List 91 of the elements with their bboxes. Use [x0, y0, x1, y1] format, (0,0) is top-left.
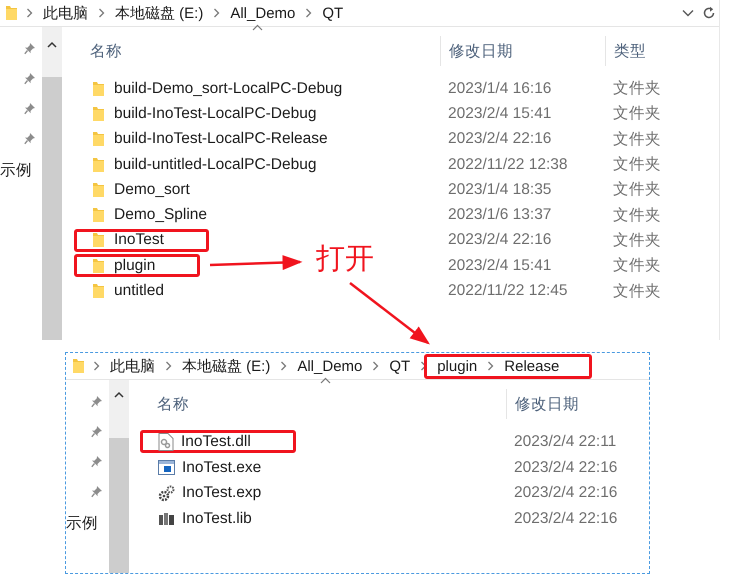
navigation-label[interactable]: 示例: [0, 160, 32, 181]
chevron-icon: [98, 8, 105, 18]
navigation-label[interactable]: 示例: [66, 513, 98, 534]
file-type: 文件夹: [612, 256, 662, 276]
chevron-icon: [305, 8, 312, 18]
file-name[interactable]: Demo_Spline: [114, 206, 208, 224]
file-name[interactable]: build-Demo_sort-LocalPC-Debug: [114, 80, 342, 98]
breadcrumb-item[interactable]: All_Demo: [228, 4, 298, 22]
books-icon: [158, 512, 175, 526]
modified-date: 2023/2/4 22:11: [513, 432, 618, 451]
window-icon: [158, 460, 175, 476]
modified-date: 2022/11/22 12:38: [447, 156, 569, 174]
folder-icon: [92, 232, 105, 248]
scroll-up-icon[interactable]: [47, 41, 57, 48]
file-name[interactable]: Demo_sort: [114, 180, 190, 199]
file-type: 文件夹: [612, 79, 662, 100]
folder-icon: [92, 106, 105, 122]
file-name[interactable]: InoTest.dll: [181, 432, 251, 451]
pin-icon[interactable]: [91, 425, 103, 438]
file-name[interactable]: build-InoTest-LocalPC-Release: [114, 130, 328, 148]
pin-icon[interactable]: [91, 455, 103, 468]
gears-icon: [158, 484, 175, 502]
file-name[interactable]: InoTest: [114, 231, 164, 250]
chevron-icon: [487, 361, 494, 371]
pin-icon[interactable]: [24, 42, 36, 55]
breadcrumb-item[interactable]: QT: [387, 358, 412, 374]
folder-icon: [92, 131, 105, 148]
pin-icon[interactable]: [24, 132, 36, 145]
document-gears-icon: [158, 432, 174, 451]
annotation-label: 打开: [316, 244, 374, 276]
column-header[interactable]: 类型: [605, 36, 719, 66]
modified-date: 2023/2/4 22:16: [447, 231, 552, 250]
column-header[interactable]: 修改日期: [506, 389, 649, 419]
file-type: 文件夹: [612, 104, 662, 124]
scrollbar-thumb[interactable]: [42, 77, 62, 340]
breadcrumb-item[interactable]: 此电脑: [108, 356, 157, 376]
column-header[interactable]: 名称: [129, 389, 506, 419]
file-type: 文件夹: [612, 180, 662, 200]
file-name[interactable]: build-untitled-LocalPC-Debug: [114, 156, 316, 174]
folder-icon: [92, 80, 105, 97]
folder-icon: [92, 207, 105, 224]
modified-date: 2022/11/22 12:45: [447, 282, 569, 300]
file-type: 文件夹: [612, 282, 662, 302]
chevron-icon: [26, 8, 33, 18]
file-name[interactable]: build-InoTest-LocalPC-Debug: [114, 104, 316, 123]
scroll-up-icon[interactable]: [114, 391, 124, 398]
file-name[interactable]: plugin: [114, 256, 156, 275]
folder-icon: [92, 283, 105, 300]
modified-date: 2023/1/4 18:35: [447, 180, 552, 199]
file-name[interactable]: InoTest.exp: [182, 484, 262, 502]
file-type: 文件夹: [612, 130, 662, 150]
folder-icon: [72, 358, 85, 374]
folder-icon: [92, 156, 105, 173]
breadcrumb-item[interactable]: plugin: [435, 358, 480, 374]
breadcrumb-item[interactable]: QT: [320, 4, 346, 22]
breadcrumb-item[interactable]: 本地磁盘 (E:): [180, 356, 272, 376]
modified-date: 2023/2/4 15:41: [447, 256, 552, 275]
chevron-icon: [280, 361, 288, 371]
file-name[interactable]: InoTest.exe: [182, 458, 262, 477]
file-type: 文件夹: [612, 206, 662, 226]
pin-icon[interactable]: [91, 395, 103, 408]
scrollbar-thumb[interactable]: [109, 438, 129, 573]
folder-icon: [92, 182, 105, 198]
modified-date: 2023/1/4 16:16: [447, 80, 552, 98]
chevron-icon: [213, 8, 220, 18]
modified-date: 2023/2/4 22:16: [513, 484, 618, 502]
breadcrumb-item[interactable]: 本地磁盘 (E:): [113, 4, 206, 22]
modified-date: 2023/2/4 22:16: [513, 510, 618, 528]
file-type: 文件夹: [612, 230, 662, 251]
breadcrumb-item[interactable]: Release: [502, 358, 562, 374]
folder-icon: [5, 5, 18, 21]
modified-date: 2023/1/6 13:37: [447, 206, 552, 224]
dropdown-icon[interactable]: [682, 9, 694, 17]
modified-date: 2023/2/4 22:16: [447, 130, 552, 148]
pin-icon[interactable]: [24, 102, 36, 115]
column-header[interactable]: 修改日期: [440, 36, 605, 66]
file-name[interactable]: untitled: [114, 282, 164, 300]
pin-icon[interactable]: [91, 485, 103, 498]
modified-date: 2023/2/4 15:41: [447, 104, 552, 123]
breadcrumb-item[interactable]: All_Demo: [295, 358, 364, 374]
file-type: 文件夹: [612, 155, 662, 176]
folder-icon: [92, 258, 105, 274]
chevron-icon: [93, 361, 100, 371]
chevron-icon: [372, 361, 380, 371]
column-header[interactable]: 名称: [62, 36, 440, 66]
file-name[interactable]: InoTest.lib: [182, 510, 252, 528]
refresh-icon[interactable]: [702, 6, 716, 20]
breadcrumb-item[interactable]: 此电脑: [41, 4, 90, 22]
modified-date: 2023/2/4 22:16: [513, 458, 618, 477]
pin-icon[interactable]: [24, 72, 36, 85]
chevron-icon: [165, 361, 172, 371]
